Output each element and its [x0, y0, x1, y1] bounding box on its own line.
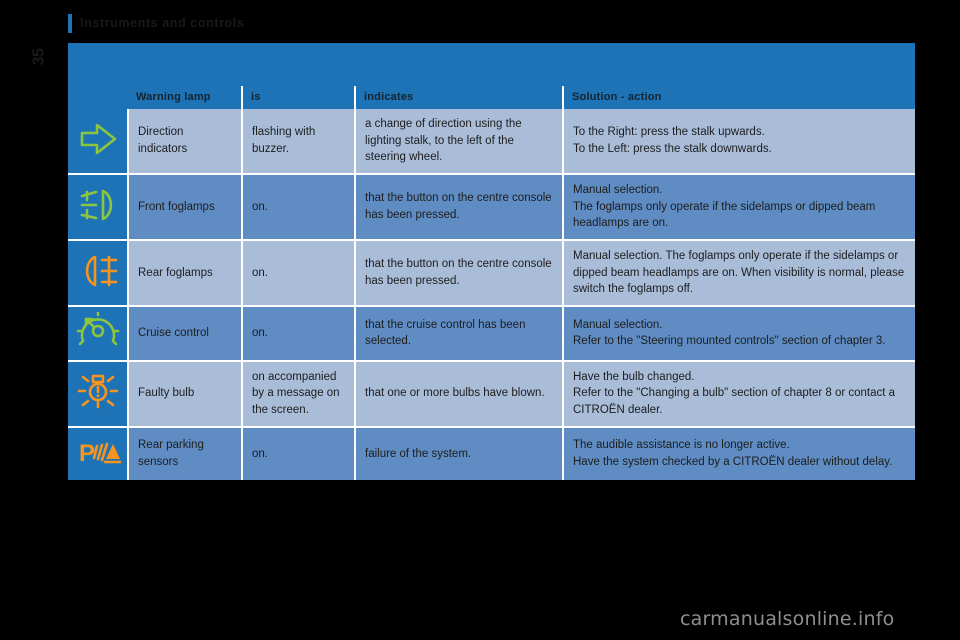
warning-lamp-icon-cell: P — [68, 426, 129, 481]
cell-is: on accompanied by a message on the scree… — [242, 360, 356, 428]
table-row: Cruise control on. that the cruise contr… — [68, 306, 915, 362]
warning-lamp-table: Warning lamp is indicates Solution - act… — [68, 86, 915, 481]
cell-indicates: that the button on the centre console ha… — [355, 174, 564, 242]
table-top-band — [68, 43, 915, 86]
chapter-header: Instruments and controls — [68, 12, 244, 34]
table-row: Front foglamps on. that the button on th… — [68, 174, 915, 242]
warning-lamp-icon-cell — [68, 240, 129, 308]
column-header-solution-action: Solution - action — [563, 86, 915, 109]
cell-warning-lamp: Cruise control — [128, 306, 243, 362]
column-header-warning-lamp: Warning lamp — [128, 86, 243, 109]
column-header-indicates: indicates — [355, 86, 564, 109]
svg-text:P: P — [79, 440, 95, 467]
cell-warning-lamp: Faulty bulb — [128, 360, 243, 428]
front-foglamp-icon — [75, 185, 121, 225]
table-row: P Rear parking sensors on. failure of th… — [68, 426, 915, 481]
cell-is: on. — [242, 426, 356, 481]
cell-solution-action: To the Right: press the stalk upwards. To… — [563, 109, 915, 176]
cell-indicates: that one or more bulbs have blown. — [355, 360, 564, 428]
warning-lamp-icon-cell — [68, 306, 129, 362]
table-row: Rear foglamps on. that the button on the… — [68, 240, 915, 308]
faulty-bulb-icon — [75, 371, 121, 411]
cell-solution-action: The audible assistance is no longer acti… — [563, 426, 915, 481]
cell-warning-lamp: Direction indicators — [128, 109, 243, 176]
warning-lamp-icon-cell — [68, 174, 129, 242]
cruise-control-icon — [75, 311, 121, 351]
table-body: Direction indicators flashing with buzze… — [68, 109, 915, 481]
table-row: Direction indicators flashing with buzze… — [68, 109, 915, 176]
page-number: 35 — [22, 40, 56, 74]
cell-indicates: a change of direction using the lighting… — [355, 109, 564, 176]
cell-is: on. — [242, 306, 356, 362]
cell-warning-lamp: Front foglamps — [128, 174, 243, 242]
cell-indicates: failure of the system. — [355, 426, 564, 481]
table-header-row: Warning lamp is indicates Solution - act… — [68, 86, 915, 109]
cell-warning-lamp: Rear foglamps — [128, 240, 243, 308]
table-header: Warning lamp is indicates Solution - act… — [68, 86, 915, 109]
rear-parking-sensor-icon: P — [75, 432, 121, 472]
table-row: Faulty bulb on accompanied by a message … — [68, 360, 915, 428]
warning-lamp-table-wrapper: Warning lamp is indicates Solution - act… — [68, 43, 915, 481]
cell-solution-action: Manual selection. The foglamps only oper… — [563, 240, 915, 308]
manual-page: Instruments and controls 35 Warning lamp… — [0, 0, 960, 640]
cell-is: flashing with buzzer. — [242, 109, 356, 176]
cell-indicates: that the cruise control has been selecte… — [355, 306, 564, 362]
cell-solution-action: Manual selection. Refer to the "Steering … — [563, 306, 915, 362]
cell-is: on. — [242, 240, 356, 308]
warning-lamp-icon-cell — [68, 109, 129, 176]
site-watermark: carmanualsonline.info — [680, 608, 895, 630]
column-header-icon — [68, 86, 128, 109]
rear-foglamp-icon — [75, 251, 121, 291]
cell-indicates: that the button on the centre console ha… — [355, 240, 564, 308]
cell-solution-action: Manual selection. The foglamps only opera… — [563, 174, 915, 242]
column-header-is: is — [242, 86, 356, 109]
cell-is: on. — [242, 174, 356, 242]
direction-indicator-arrow-icon — [75, 119, 121, 159]
page-number-value: 35 — [29, 48, 47, 66]
chapter-accent-bar — [68, 13, 72, 33]
chapter-title: Instruments and controls — [80, 16, 245, 30]
cell-solution-action: Have the bulb changed. Refer to the "Chan… — [563, 360, 915, 428]
warning-lamp-icon-cell — [68, 360, 129, 428]
cell-warning-lamp: Rear parking sensors — [128, 426, 243, 481]
